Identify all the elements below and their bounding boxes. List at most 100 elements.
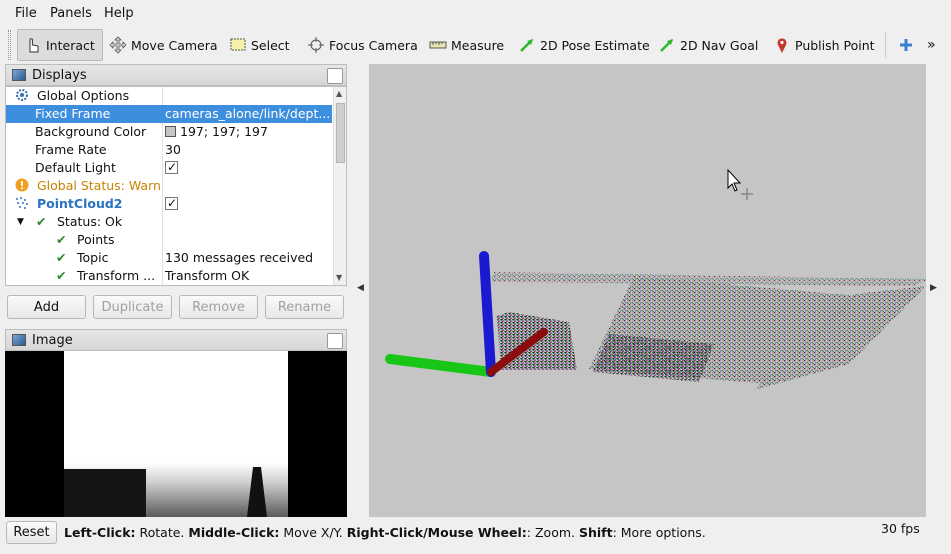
- fixed-frame-value[interactable]: cameras_alone/link/dept...: [165, 105, 330, 123]
- image-icon: [12, 334, 26, 346]
- remove-button[interactable]: Remove: [179, 295, 258, 319]
- depth-image: [5, 351, 347, 517]
- image-undock-checkbox[interactable]: [327, 333, 343, 349]
- menu-help[interactable]: Help: [104, 6, 134, 21]
- move-camera-icon: [109, 36, 127, 54]
- tool-select[interactable]: Select: [229, 29, 290, 61]
- help-text: : Zoom.: [526, 525, 579, 540]
- add-button[interactable]: Add: [7, 295, 86, 319]
- duplicate-button[interactable]: Duplicate: [93, 295, 172, 319]
- scroll-up-icon[interactable]: ▲: [336, 89, 342, 98]
- color-swatch: [165, 126, 176, 137]
- tree-row-status-ok[interactable]: ▼ ✔ Status: Ok: [6, 213, 332, 231]
- add-tool-button[interactable]: [897, 29, 919, 61]
- frame-rate-value[interactable]: 30: [165, 141, 181, 159]
- tree-row-points[interactable]: ✔ Points: [6, 231, 332, 249]
- status-bar: Reset Left-Click: Rotate. Middle-Click: …: [0, 518, 951, 554]
- check-icon: ✔: [36, 214, 47, 229]
- remove-button-label: Remove: [192, 299, 245, 315]
- plus-icon: [897, 36, 915, 54]
- render-viewport[interactable]: [369, 64, 929, 517]
- reset-button-label: Reset: [13, 525, 50, 540]
- fps-readout: 30 fps: [881, 521, 920, 536]
- image-panel-header: Image: [5, 329, 347, 351]
- transform-value: Transform OK: [165, 268, 250, 283]
- menu-file[interactable]: File: [15, 6, 37, 21]
- monitor-icon: [12, 69, 26, 81]
- help-text: : More options.: [612, 525, 706, 540]
- displays-tree: Global Options Fixed Frame cameras_alone…: [5, 86, 347, 286]
- tool-measure[interactable]: Measure: [429, 29, 504, 61]
- background-color-value[interactable]: 197; 197; 197: [165, 123, 268, 141]
- toolbar: Interact Move Camera Select Focus Camera…: [0, 26, 951, 64]
- tool-move-camera-label: Move Camera: [131, 37, 218, 53]
- check-icon: ✔: [56, 268, 67, 283]
- hand-pointer-icon: [24, 36, 42, 54]
- tool-2d-nav-goal[interactable]: 2D Nav Goal: [658, 29, 758, 61]
- tree-row-label: Transform ...: [77, 268, 156, 283]
- rename-button-label: Rename: [277, 299, 332, 315]
- tree-row-fixed-frame[interactable]: Fixed Frame cameras_alone/link/dept...: [6, 105, 332, 123]
- add-button-label: Add: [33, 299, 60, 315]
- point-cloud-scene: [385, 168, 929, 390]
- tree-scrollbar[interactable]: ▲ ▼: [333, 87, 346, 285]
- tool-interact-label: Interact: [46, 37, 95, 53]
- tree-row-label: Status: Ok: [57, 214, 123, 229]
- pointcloud-icon: [15, 195, 29, 213]
- help-key: Right-Click/Mouse Wheel:: [346, 525, 527, 540]
- tree-row-label: Global Status: Warn: [37, 178, 161, 193]
- tool-publish-point[interactable]: Publish Point: [773, 29, 875, 61]
- tree-row-default-light[interactable]: Default Light: [6, 158, 332, 177]
- tree-row-pointcloud2[interactable]: PointCloud2: [6, 194, 332, 213]
- tool-publish-point-label: Publish Point: [795, 37, 875, 53]
- image-title: Image: [32, 332, 73, 348]
- tool-2d-pose-estimate[interactable]: 2D Pose Estimate: [518, 29, 650, 61]
- pointcloud2-checkbox[interactable]: [165, 194, 178, 212]
- depth-image-view[interactable]: [5, 351, 347, 517]
- toolbar-grip[interactable]: [8, 30, 11, 60]
- scrollbar-thumb[interactable]: [336, 103, 345, 163]
- check-icon: ✔: [56, 232, 67, 247]
- topic-value: 130 messages received: [165, 250, 314, 265]
- duplicate-button-label: Duplicate: [101, 299, 164, 315]
- tree-row-topic[interactable]: ✔ Topic 130 messages received: [6, 249, 332, 267]
- menu-bar: File Panels Help: [0, 0, 951, 26]
- tool-focus-camera[interactable]: Focus Camera: [307, 29, 418, 61]
- menu-panels[interactable]: Panels: [50, 6, 92, 21]
- tool-interact[interactable]: Interact: [17, 29, 103, 61]
- map-pin-icon: [773, 36, 791, 54]
- tool-move-camera[interactable]: Move Camera: [109, 29, 218, 61]
- toolbar-overflow-button[interactable]: »: [927, 29, 936, 61]
- tree-row-label: PointCloud2: [37, 196, 123, 211]
- gear-icon: [15, 87, 29, 105]
- ruler-icon: [429, 36, 447, 54]
- status-help-text: Left-Click: Rotate. Middle-Click: Move X…: [64, 525, 706, 540]
- tree-row-transform[interactable]: ✔ Transform ... Transform OK: [6, 267, 332, 285]
- collapse-left-arrow-icon[interactable]: ◀: [357, 283, 364, 293]
- tree-row-label: Fixed Frame: [35, 106, 111, 121]
- tree-row-label: Frame Rate: [35, 142, 107, 157]
- help-key: Shift: [578, 525, 613, 540]
- tree-row-background-color[interactable]: Background Color 197; 197; 197: [6, 123, 332, 141]
- check-icon: ✔: [56, 250, 67, 265]
- green-arrow-icon: [658, 36, 676, 54]
- tree-row-global-status[interactable]: Global Status: Warn: [6, 177, 332, 195]
- collapse-right-arrow-icon[interactable]: ▶: [930, 283, 937, 293]
- warning-icon: [15, 177, 29, 195]
- tool-measure-label: Measure: [451, 37, 505, 53]
- tree-row-label: Global Options: [37, 88, 130, 103]
- scroll-down-icon[interactable]: ▼: [336, 273, 342, 282]
- select-rect-icon: [229, 36, 247, 54]
- help-text: Move X/Y.: [279, 525, 347, 540]
- help-text: Rotate.: [135, 525, 189, 540]
- tree-row-frame-rate[interactable]: Frame Rate 30: [6, 141, 332, 159]
- help-key: Middle-Click:: [188, 525, 280, 540]
- tool-2d-nav-goal-label: 2D Nav Goal: [680, 37, 759, 53]
- tree-row-label: Points: [77, 232, 115, 247]
- displays-undock-checkbox[interactable]: [327, 68, 343, 84]
- default-light-checkbox[interactable]: [165, 158, 178, 176]
- reset-button[interactable]: Reset: [6, 521, 57, 544]
- rename-button[interactable]: Rename: [265, 295, 344, 319]
- expand-arrow-icon[interactable]: ▼: [17, 213, 24, 231]
- tree-row-global-options[interactable]: Global Options: [6, 87, 332, 105]
